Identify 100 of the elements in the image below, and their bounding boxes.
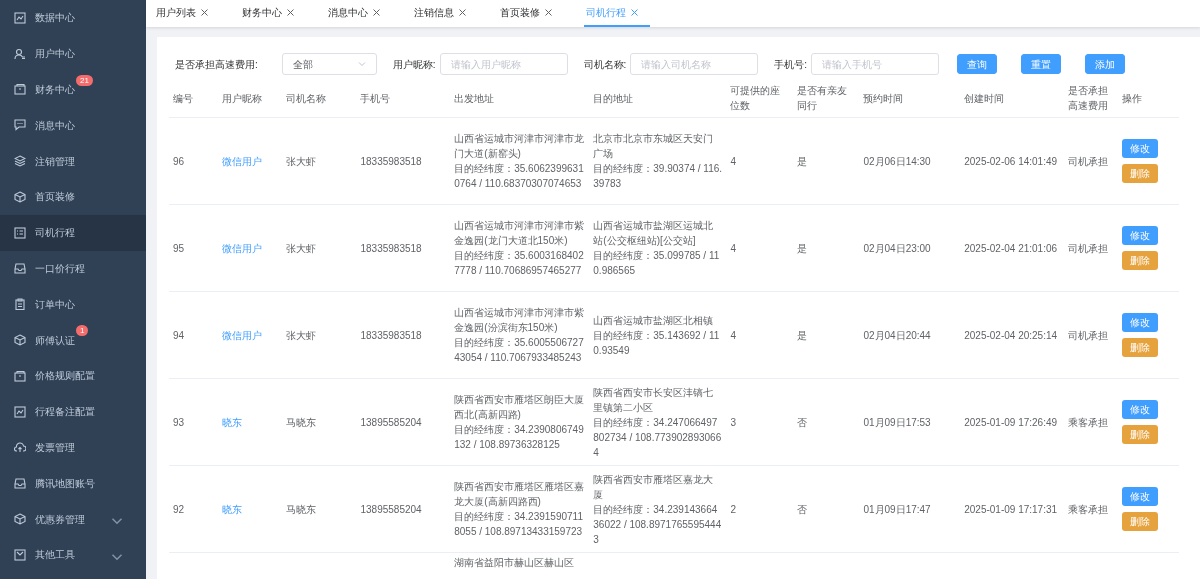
address-line: 陕西省西安市雁塔区朗臣大厦西北(高新四路) [454, 393, 586, 422]
table-cell: 2025-01-09 17:17:31 [960, 465, 1064, 553]
column-header: 操作 [1118, 79, 1179, 118]
close-icon[interactable] [201, 9, 208, 16]
sidebar-label: 价格规则配置 [35, 369, 95, 384]
column-header: 用户昵称 [218, 79, 282, 118]
address-line: 目的经纬度：35.143692 / 110.93549 [593, 328, 721, 358]
edit-button[interactable]: 修改 [1122, 487, 1159, 506]
table-cell: 司机承担 [1064, 291, 1119, 379]
filter-button[interactable]: 查询 [957, 54, 998, 74]
tab[interactable]: 消息中心 [326, 0, 392, 27]
column-header: 创建时间 [960, 79, 1064, 118]
column-header: 可提供的座位数 [726, 79, 793, 118]
user-link[interactable]: 晓东 [222, 416, 243, 428]
tab-label: 首页装修 [500, 6, 540, 20]
address-line: 北京市北京市东城区天安门广场 [593, 132, 715, 161]
count-badge: 1 [76, 325, 89, 337]
inbox-icon [14, 548, 26, 561]
address-line: 目的经纬度：35.60031684027778 / 110.70686957465277 [454, 249, 585, 278]
table-cell: 2 [726, 465, 793, 553]
table-cell: 94 [169, 291, 219, 379]
select-field[interactable]: 全部 [281, 53, 377, 75]
address-line: 山西省运城市河津市河津市紫金逸园(汾滨街东150米) [454, 306, 586, 335]
tab[interactable]: 用户列表 [154, 0, 220, 27]
table-cell: 01月09日17:47 [859, 465, 961, 553]
tab[interactable]: 司机行程 [584, 0, 650, 27]
address-line: 目的经纬度：35.60623996310764 / 110.68370307074653 [454, 162, 585, 191]
filter-button[interactable]: 重置 [1021, 54, 1062, 74]
address-line: 陕西省西安市雁塔区雁塔区嘉龙大厦(高新四路西) [454, 480, 586, 509]
table-cell: 司机承担 [1064, 204, 1119, 292]
address-line: 目的经纬度：34.2390806749132 / 108.89736328125 [454, 423, 585, 452]
delete-button[interactable]: 删除 [1122, 164, 1159, 183]
sidebar-label: 财务中心 [35, 83, 75, 97]
layers-icon [14, 155, 26, 168]
sidebar-label: 其他工具 [35, 548, 75, 563]
address-line: 目的经纬度：35.099785 / 110.986565 [593, 249, 721, 278]
address-line: 湖南省益阳市赫山区赫山区 [454, 556, 576, 570]
close-icon[interactable] [545, 9, 552, 16]
cloud-upload-icon [14, 441, 26, 454]
delete-button[interactable]: 删除 [1122, 251, 1159, 270]
sidebar-label: 注销管理 [35, 154, 75, 169]
table-cell: 马晓东 [281, 378, 357, 466]
address-line: 目的经纬度：39.90374 / 116.39783 [593, 162, 723, 191]
table-cell: 张大虾 [281, 117, 357, 205]
table-cell: 是 [792, 291, 860, 379]
close-icon[interactable] [373, 9, 380, 16]
table-cell: 是 [792, 117, 860, 205]
address-line: 陕西省西安市雁塔区嘉龙大厦 [593, 472, 715, 502]
close-icon[interactable] [631, 9, 638, 16]
tab-label: 财务中心 [242, 6, 282, 20]
tab[interactable]: 注销信息 [412, 0, 478, 27]
column-header: 是否有亲友同行 [792, 79, 860, 118]
table-cell: 2025-02-04 20:25:14 [960, 291, 1064, 379]
user-link[interactable]: 微信用户 [222, 242, 263, 254]
table-cell: 否 [792, 465, 860, 553]
edit-button[interactable]: 修改 [1122, 226, 1159, 245]
box-icon [14, 334, 26, 347]
user-link[interactable]: 微信用户 [222, 329, 263, 341]
sidebar-label: 一口价行程 [35, 261, 85, 276]
sidebar-label: 优惠券管理 [35, 512, 85, 527]
edit-button[interactable]: 修改 [1122, 400, 1159, 419]
filter-button[interactable]: 添加 [1085, 54, 1126, 74]
table-cell: 2025-02-06 14:01:49 [960, 117, 1064, 205]
tab[interactable]: 首页装修 [498, 0, 564, 27]
table-cell: 13895585204 [356, 378, 451, 466]
address-line: 山西省运城市河津市河津市龙门大道(新窑头) [454, 132, 586, 161]
column-header: 手机号 [356, 79, 451, 118]
edit-button[interactable]: 修改 [1122, 139, 1159, 158]
close-icon[interactable] [459, 9, 466, 16]
chart-icon [14, 11, 26, 24]
address-line: 目的经纬度：34.23914366436022 / 108.89717655954443 [593, 502, 723, 547]
chevron-down-icon [357, 61, 366, 67]
tab[interactable]: 财务中心 [240, 0, 306, 27]
delete-button[interactable]: 删除 [1122, 338, 1159, 357]
user-icon [14, 47, 26, 60]
count-badge: 21 [76, 74, 93, 86]
wallet-icon [14, 83, 26, 96]
address-line: 山西省运城市盐湖区北相镇 [593, 313, 715, 328]
wallet-icon [14, 369, 26, 382]
edit-button[interactable]: 修改 [1122, 313, 1159, 332]
address-line: 山西省运城市盐湖区运城北站(公交枢纽站)[公交站] [593, 219, 715, 248]
user-link[interactable]: 晓东 [222, 503, 243, 515]
table-cell: 92 [169, 465, 219, 553]
address-line: 山西省运城市河津市河津市紫金逸园(龙门大道北150米) [454, 219, 586, 248]
sidebar-label: 司机行程 [35, 226, 75, 241]
user-link[interactable]: 微信用户 [222, 155, 263, 167]
table-cell: 02月04日23:00 [859, 204, 961, 292]
table-cell: 93 [169, 378, 219, 466]
table-cell: 乘客承担 [1064, 465, 1119, 553]
table-cell: 18335983518 [356, 291, 451, 379]
address-line: 陕西省西安市长安区沣镐七里镇第二小区 [593, 385, 715, 415]
address-line: 目的经纬度：34.23915907118055 / 108.89713433159723 [454, 510, 584, 539]
delete-button[interactable]: 删除 [1122, 425, 1159, 444]
column-header: 编号 [169, 79, 219, 118]
close-icon[interactable] [287, 9, 294, 16]
tab-label: 用户列表 [156, 6, 196, 20]
table-cell: 18335983518 [356, 117, 451, 205]
sidebar-label: 行程备注配置 [35, 405, 95, 420]
delete-button[interactable]: 删除 [1122, 512, 1159, 531]
table-cell: 张大虾 [281, 291, 357, 379]
